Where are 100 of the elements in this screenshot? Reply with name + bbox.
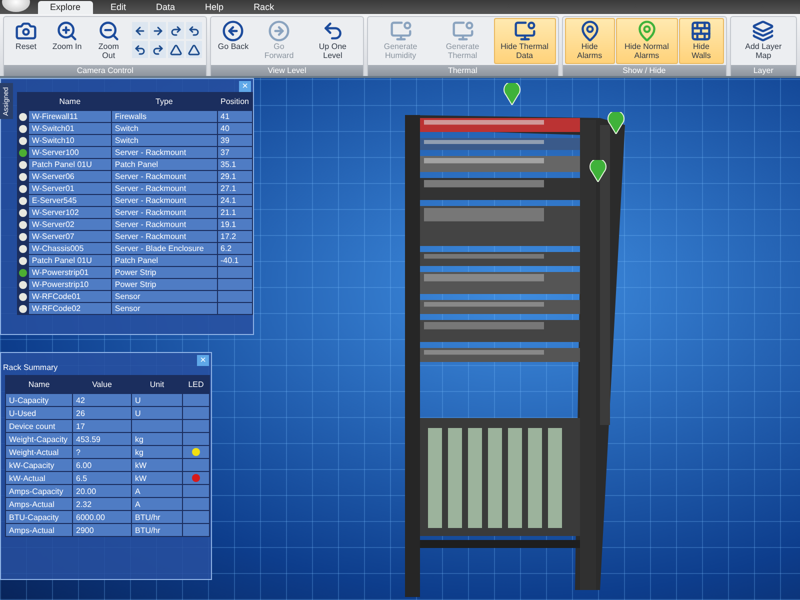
table-cell <box>218 279 252 290</box>
camera-move-button[interactable] <box>186 22 202 39</box>
table-cell: 6000.00 <box>73 511 131 523</box>
table-cell: 29.1 <box>218 171 252 182</box>
table-cell: 24.1 <box>218 195 252 206</box>
group-title: Thermal <box>368 65 558 76</box>
ribbon-button[interactable]: Zoom Out <box>88 18 130 64</box>
table-cell: W-Switch10 <box>28 135 111 146</box>
monitor-icon <box>514 20 536 42</box>
layers-icon <box>752 20 774 42</box>
column-header: Unit <box>148 379 166 391</box>
table-cell: Amps-Actual <box>6 498 72 510</box>
table-cell: W-Powerstrip10 <box>28 279 111 290</box>
monitor-icon <box>390 20 412 42</box>
table-cell: Power Strip <box>112 267 216 278</box>
table-cell: W-Server102 <box>28 207 111 218</box>
zoom-in-icon <box>56 20 78 42</box>
table-cell: kg <box>132 446 182 458</box>
table-cell: BTU/hr <box>132 524 182 536</box>
left-arrow-icon <box>134 24 146 36</box>
camera-move-button[interactable] <box>168 22 184 39</box>
camera-move-button[interactable] <box>186 41 202 58</box>
table-cell: W-Server02 <box>28 219 111 230</box>
camera-move-button[interactable] <box>150 22 166 39</box>
table-cell: 42 <box>73 394 131 406</box>
camera-move-button[interactable] <box>132 22 148 39</box>
table-cell: 37 <box>218 147 252 158</box>
ribbon-tab[interactable]: Help <box>193 1 236 14</box>
table-cell: Server - Blade Enclosure <box>112 243 216 254</box>
map-pin-icon[interactable] <box>503 83 521 105</box>
table-cell: Device count <box>6 420 72 432</box>
ribbon-tab[interactable]: Data <box>144 1 188 14</box>
column-header: Position <box>220 96 250 108</box>
monitor-icon <box>452 20 474 42</box>
camera-move-button[interactable] <box>132 41 148 58</box>
ribbon-tab[interactable]: Rack <box>242 1 286 14</box>
table-cell: Server - Rackmount <box>112 147 216 158</box>
ribbon-button[interactable]: Hide Alarms <box>564 18 615 64</box>
table-cell: 6.2 <box>218 243 252 254</box>
ribbon-tab[interactable]: Explore <box>38 1 93 14</box>
table-cell: Server - Rackmount <box>112 219 216 230</box>
group-title: View Level <box>211 65 363 76</box>
table-cell: BTU-Capacity <box>6 511 72 523</box>
table-cell: W-RFCode01 <box>28 291 111 302</box>
curved-arrow-icon <box>152 44 164 56</box>
camera-move-button[interactable] <box>168 41 184 58</box>
camera-move-button[interactable] <box>150 41 166 58</box>
curved-arrow-icon <box>134 44 146 56</box>
ribbon-button[interactable]: Hide Normal Alarms <box>616 18 678 64</box>
triangle-icon <box>170 44 182 56</box>
table-cell: kg <box>132 433 182 445</box>
ribbon-button[interactable]: Hide Thermal Data <box>494 18 556 64</box>
column-header: Name <box>27 379 51 391</box>
curved-arrow-icon <box>188 24 200 36</box>
ribbon-button[interactable]: Go Back <box>213 18 254 64</box>
table-cell: Switch <box>112 123 216 134</box>
table-cell: W-Firewall11 <box>28 111 111 122</box>
table-cell: U <box>132 394 182 406</box>
table-cell: W-Server06 <box>28 171 111 182</box>
table-cell: BTU/hr <box>132 511 182 523</box>
ribbon-button[interactable]: Up One Level <box>304 18 361 64</box>
table-cell: Sensor <box>112 291 216 302</box>
ribbon-button[interactable]: Add Layer Map <box>732 18 794 64</box>
ribbon-tab[interactable]: Edit <box>98 1 138 14</box>
table-cell: U <box>132 407 182 419</box>
map-pin-icon <box>636 20 658 42</box>
table-cell: W-Server01 <box>28 183 111 194</box>
u-turn-arrow-icon <box>322 20 344 42</box>
column-header: Name <box>58 96 82 108</box>
table-cell: U-Capacity <box>6 394 72 406</box>
table-cell: Server - Rackmount <box>112 207 216 218</box>
table-cell: kW-Actual <box>6 472 72 484</box>
table-cell: W-Server100 <box>28 147 111 158</box>
curved-arrow-icon <box>170 24 182 36</box>
table-cell: 17.2 <box>218 231 252 242</box>
brick-wall-icon <box>690 20 712 42</box>
table-cell: 27.1 <box>218 183 252 194</box>
table-cell: 17 <box>73 420 131 432</box>
zoom-out-icon <box>98 20 120 42</box>
ribbon-button[interactable]: Reset <box>6 18 46 64</box>
table-cell: W-Switch01 <box>28 123 111 134</box>
table-cell: kW-Capacity <box>6 459 72 471</box>
table-cell: Server - Rackmount <box>112 231 216 242</box>
map-pin-icon[interactable] <box>589 160 607 182</box>
table-cell: 2900 <box>73 524 131 536</box>
table-cell <box>218 267 252 278</box>
ribbon-button[interactable]: Zoom In <box>47 18 87 64</box>
table-cell: Amps-Actual <box>6 524 72 536</box>
column-header: LED <box>187 379 205 391</box>
map-pin-icon[interactable] <box>607 112 625 134</box>
group-title: Show / Hide <box>562 65 726 76</box>
table-cell: Weight-Actual <box>6 446 72 458</box>
camera-icon <box>15 20 37 42</box>
table-cell: Server - Rackmount <box>112 195 216 206</box>
table-cell: Server - Rackmount <box>112 183 216 194</box>
table-cell: Weight-Capacity <box>6 433 72 445</box>
table-cell: U-Used <box>6 407 72 419</box>
ribbon-button[interactable]: Hide Walls <box>678 18 724 64</box>
table-cell: A <box>132 485 182 497</box>
table-cell: W-Powerstrip01 <box>28 267 111 278</box>
